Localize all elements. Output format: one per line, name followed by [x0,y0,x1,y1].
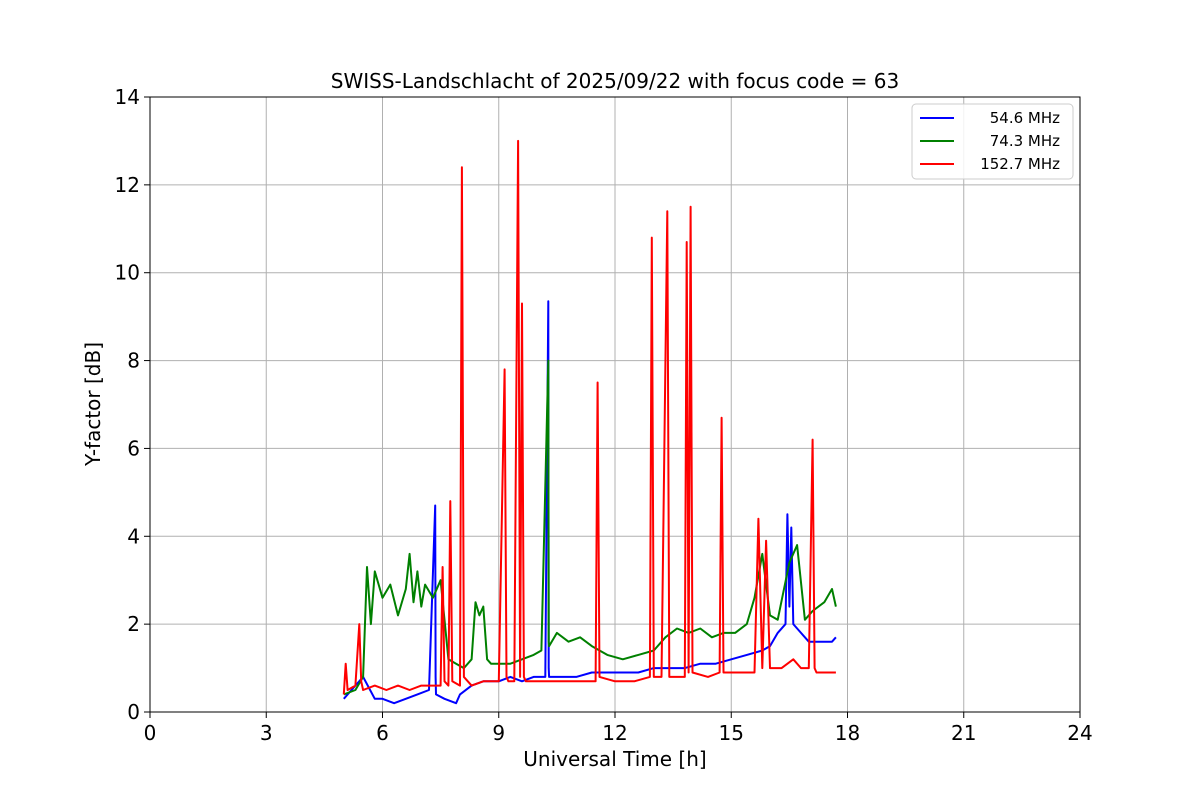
chart-title: SWISS-Landschlacht of 2025/09/22 with fo… [331,69,899,93]
y-tick-label: 0 [127,700,140,724]
legend-label-1: 54.6 MHz [990,109,1060,127]
y-tick-label: 12 [115,173,140,197]
x-tick-label: 0 [144,721,157,745]
series-layer [342,139,837,705]
legend-label-3: 152.7 MHz [980,155,1060,173]
ticks-layer: 0 3 6 9 12 15 18 21 2402468101214 [115,85,1093,745]
x-tick-label: 3 [260,721,273,745]
y-tick-label: 14 [115,85,140,109]
y-tick-label: 6 [127,436,140,460]
series-line-3 [342,139,836,695]
y-tick-label: 2 [127,612,140,636]
x-tick-label: 21 [951,721,976,745]
legend-label-2: 74.3 MHz [990,132,1060,150]
x-tick-label: 24 [1067,721,1092,745]
y-axis-label: Y-factor [dB] [81,342,105,467]
x-tick-label: 15 [719,721,744,745]
x-tick-label: 9 [492,721,505,745]
legend: 54.6 MHz 74.3 MHz 152.7 MHz [911,103,1074,180]
x-tick-label: 18 [835,721,860,745]
x-axis-label: Universal Time [h] [523,747,706,771]
grid-layer [149,96,1081,713]
figure: 0 3 6 9 12 15 18 21 24 0 2 4 6 8 10 12 14 SWISS-Landschl… [0,0,1200,800]
chart: 0 3 6 9 12 15 18 21 2402468101214 SWISS-Landschl… [81,69,1093,771]
x-tick-label: 6 [376,721,389,745]
y-tick-label: 8 [127,349,140,373]
x-tick-label: 12 [602,721,627,745]
y-tick-label: 4 [127,524,140,548]
y-tick-label: 10 [115,261,140,285]
